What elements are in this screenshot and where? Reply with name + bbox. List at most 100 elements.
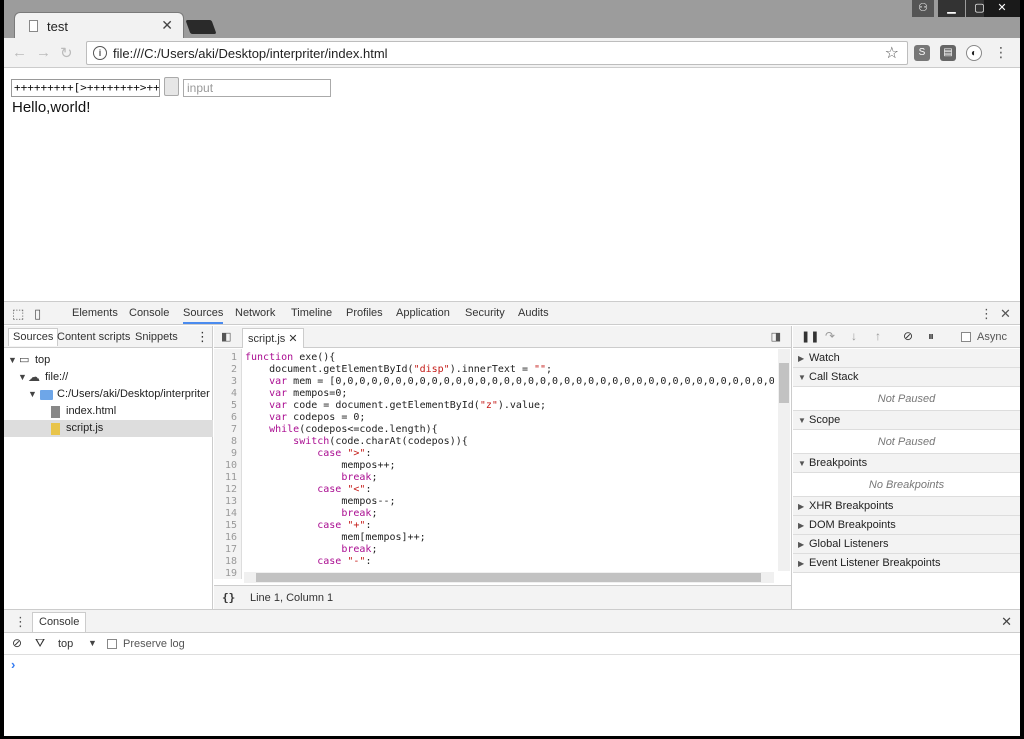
drawer-close-icon[interactable]: ✕ bbox=[1001, 614, 1012, 630]
devtools-tabbar: ⬚ ▯ Elements Console Sources Network Tim… bbox=[4, 302, 1020, 325]
new-tab-button[interactable] bbox=[185, 20, 217, 34]
step-into-icon[interactable]: ↓ bbox=[851, 329, 857, 343]
code-line: case "+": bbox=[317, 520, 372, 531]
tree-item-index-html[interactable]: index.html bbox=[4, 403, 213, 420]
back-arrow-icon[interactable]: ← bbox=[12, 44, 27, 61]
filter-icon[interactable]: ⛛ bbox=[35, 636, 45, 651]
info-icon[interactable]: i bbox=[93, 46, 107, 60]
section-dom-breakpoints[interactable]: ▶ DOM Breakpoints bbox=[793, 516, 1020, 535]
step-over-icon[interactable]: ↷ bbox=[825, 329, 835, 343]
tree-item-file[interactable]: ▼ ☁ file:// bbox=[4, 369, 213, 386]
section-label: DOM Breakpoints bbox=[809, 519, 896, 531]
minimize-button[interactable]: ▁ bbox=[938, 0, 965, 17]
program-input-field[interactable]: input bbox=[183, 79, 331, 97]
code-line: while(codepos<=code.length){ bbox=[269, 424, 438, 435]
expand-triangle-icon[interactable]: ▼ bbox=[28, 386, 37, 403]
preserve-log-checkbox[interactable] bbox=[107, 639, 117, 649]
section-watch[interactable]: ▶ Watch bbox=[793, 349, 1020, 368]
navigator-menu-icon[interactable]: ⋮ bbox=[196, 329, 209, 345]
debugger-sidebar: ❚❚ ↷ ↓ ↑ ⊘ ⏸ Async ▶ Watch ▼ Call Stack No… bbox=[793, 326, 1020, 609]
nav-tab-content-scripts[interactable]: Content scripts bbox=[57, 331, 130, 343]
toggle-debugger-icon[interactable]: ◨ bbox=[771, 330, 781, 343]
code-input[interactable]: +++++++++[>++++++++>++ bbox=[11, 79, 160, 97]
tree-label: index.html bbox=[66, 405, 117, 417]
bookmark-star-icon[interactable]: ☆ bbox=[885, 43, 899, 63]
vertical-scroll-thumb[interactable] bbox=[779, 363, 789, 403]
browser-tab[interactable]: test ✕ bbox=[14, 12, 184, 39]
section-breakpoints[interactable]: ▼ Breakpoints bbox=[793, 454, 1020, 473]
section-event-listener-breakpoints[interactable]: ▶ Event Listener Breakpoints bbox=[793, 554, 1020, 573]
breakpoints-status: No Breakpoints bbox=[793, 473, 1020, 497]
browser-window: test ✕ ⚇ ▁ ▢ ✕ ← → ↻ i file:///C:/Users/… bbox=[4, 0, 1020, 736]
pretty-print-icon[interactable]: {} bbox=[222, 591, 235, 604]
nav-tab-sources[interactable]: Sources bbox=[8, 328, 59, 346]
toggle-navigator-icon[interactable]: ◧ bbox=[221, 330, 231, 343]
collapsed-triangle-icon: ▶ bbox=[798, 521, 805, 530]
tab-timeline[interactable]: Timeline bbox=[291, 307, 332, 319]
chevron-down-icon[interactable]: ▼ bbox=[88, 638, 97, 648]
tab-profiles[interactable]: Profiles bbox=[346, 307, 383, 319]
title-bar: test ✕ ⚇ ▁ ▢ ✕ bbox=[4, 0, 1020, 39]
code-line: mem[mempos]++; bbox=[245, 532, 426, 543]
horizontal-scroll-thumb[interactable] bbox=[256, 573, 761, 582]
reload-icon[interactable]: ↻ bbox=[60, 44, 73, 62]
debugger-toolbar: ❚❚ ↷ ↓ ↑ ⊘ ⏸ Async bbox=[793, 326, 1020, 348]
code-line: var code = document.getElementById("z").… bbox=[269, 400, 547, 411]
async-checkbox[interactable] bbox=[961, 332, 971, 342]
pause-on-exceptions-icon[interactable]: ⏸ bbox=[928, 329, 934, 344]
tree-item-top[interactable]: ▼ ▭ top bbox=[4, 352, 213, 369]
pause-icon[interactable]: ❚❚ bbox=[801, 330, 819, 343]
editor-tab-close-icon[interactable]: ✕ bbox=[288, 333, 297, 345]
extension-s-icon[interactable]: S bbox=[914, 45, 930, 61]
vertical-scrollbar[interactable] bbox=[778, 349, 790, 571]
section-label: Global Listeners bbox=[809, 538, 889, 550]
tab-elements[interactable]: Elements bbox=[72, 307, 118, 319]
browser-toolbar: ← → ↻ i file:///C:/Users/aki/Desktop/int… bbox=[4, 38, 1020, 68]
code-line: case "<": bbox=[317, 484, 372, 495]
drawer-tab-console[interactable]: Console bbox=[32, 612, 87, 632]
console-prompt[interactable]: › bbox=[4, 656, 1020, 736]
clear-console-icon[interactable]: ⊘ bbox=[12, 636, 22, 650]
nav-tab-snippets[interactable]: Snippets bbox=[135, 331, 178, 343]
extension-panel-icon[interactable]: ▤ bbox=[940, 45, 956, 61]
tab-close-icon[interactable]: ✕ bbox=[161, 17, 173, 34]
context-selector[interactable]: top bbox=[58, 638, 73, 650]
devtools-menu-icon[interactable]: ⋮ bbox=[980, 306, 993, 322]
code-area[interactable]: function exe(){ document.getElementById(… bbox=[214, 349, 774, 571]
tree-label: file:// bbox=[45, 371, 69, 383]
horizontal-scrollbar[interactable] bbox=[244, 572, 774, 583]
tab-network[interactable]: Network bbox=[235, 307, 275, 319]
browser-menu-icon[interactable]: ⋮ bbox=[994, 44, 1008, 61]
inspect-element-icon[interactable]: ⬚ bbox=[12, 306, 24, 322]
extension-circle-icon[interactable]: ◐ bbox=[966, 45, 982, 61]
editor-tab-script-js[interactable]: script.js ✕ bbox=[242, 328, 304, 348]
section-global-listeners[interactable]: ▶ Global Listeners bbox=[793, 535, 1020, 554]
tab-audits[interactable]: Audits bbox=[518, 307, 549, 319]
expanded-triangle-icon: ▼ bbox=[798, 416, 806, 425]
scope-status: Not Paused bbox=[793, 430, 1020, 454]
tab-title: test bbox=[47, 19, 68, 34]
window-close-button[interactable]: ✕ bbox=[984, 0, 1020, 17]
tab-sources[interactable]: Sources bbox=[183, 307, 224, 324]
tab-application[interactable]: Application bbox=[396, 307, 450, 319]
editor-tab-label: script.js bbox=[248, 333, 286, 345]
tree-item-folder[interactable]: ▼ C:/Users/aki/Desktop/interpriter bbox=[4, 386, 213, 403]
run-button[interactable] bbox=[164, 77, 179, 96]
user-profile-icon[interactable]: ⚇ bbox=[912, 0, 934, 17]
step-out-icon[interactable]: ↑ bbox=[875, 329, 881, 343]
device-toolbar-icon[interactable]: ▯ bbox=[34, 306, 41, 322]
drawer-menu-icon[interactable]: ⋮ bbox=[14, 614, 27, 630]
code-line: function exe(){ bbox=[245, 352, 336, 363]
tab-console[interactable]: Console bbox=[129, 307, 169, 319]
tree-item-script-js[interactable]: script.js bbox=[4, 420, 213, 437]
forward-arrow-icon[interactable]: → bbox=[36, 44, 51, 61]
address-bar[interactable]: i file:///C:/Users/aki/Desktop/interprit… bbox=[86, 41, 908, 65]
deactivate-breakpoints-icon[interactable]: ⊘ bbox=[903, 329, 913, 343]
section-xhr-breakpoints[interactable]: ▶ XHR Breakpoints bbox=[793, 497, 1020, 516]
devtools-close-icon[interactable]: ✕ bbox=[1000, 306, 1011, 322]
tab-security[interactable]: Security bbox=[465, 307, 505, 319]
section-call-stack[interactable]: ▼ Call Stack bbox=[793, 368, 1020, 387]
expand-triangle-icon[interactable]: ▼ bbox=[18, 369, 27, 386]
expand-triangle-icon[interactable]: ▼ bbox=[8, 352, 17, 369]
section-scope[interactable]: ▼ Scope bbox=[793, 411, 1020, 430]
